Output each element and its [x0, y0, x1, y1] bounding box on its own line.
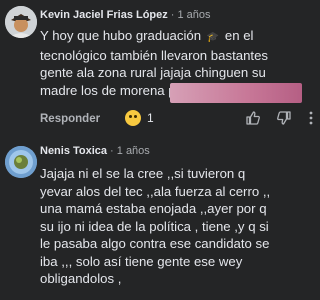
more-options-icon[interactable]: [303, 110, 319, 126]
comment-line: una mamá estaba enojada ,,ayer por q: [40, 201, 267, 216]
comment-author[interactable]: Nenis Toxica · 1 años: [40, 145, 150, 157]
comment-line: le pasaba algo contra ese candidato se: [40, 236, 270, 251]
comment-line: tecnológico también llevaron bastantes: [40, 47, 268, 63]
comment-actions: Responder 1: [40, 110, 313, 130]
comment-time: · 1 años: [110, 145, 150, 157]
author-name[interactable]: Kevin Jaciel Frias López: [40, 9, 168, 21]
comment-text: Y hoy que hubo graduación: [40, 28, 202, 43]
reaction-count: 1: [147, 111, 154, 125]
comment-line: gente ala zona rural jajaja chinguen su: [40, 65, 266, 80]
reply-button[interactable]: Responder: [40, 113, 100, 125]
redaction-block: [170, 83, 302, 103]
reaction-summary[interactable]: 1: [125, 110, 154, 126]
comment-line: obligandolos ,: [40, 271, 122, 286]
comment-line: Jajaja ni el se la cree ,,si tuvieron q: [40, 166, 246, 181]
comment-line: iba ,,, solo así tiene gente ese wey: [40, 253, 243, 269]
avatar[interactable]: [5, 146, 37, 178]
comment-line: yevar alos del tec ,,ala fuerza al cerro…: [40, 183, 271, 199]
comment-author[interactable]: Kevin Jaciel Frias López · 1 años: [40, 9, 211, 21]
comment-time: · 1 años: [170, 9, 211, 21]
comment-line: Y hoy que hubo graduación 🎓 en el: [40, 27, 302, 47]
graduation-cap-icon: 🎓: [206, 32, 220, 43]
laughing-emoji-icon: [125, 110, 141, 126]
comment-line: su ijo ni idea de la política , tiene ,y…: [40, 218, 269, 234]
thumbs-up-icon[interactable]: [245, 110, 261, 126]
thumbs-down-icon[interactable]: [276, 110, 292, 126]
avatar[interactable]: [5, 6, 37, 38]
comment-body: Jajaja ni el se la cree ,,si tuvieron q …: [40, 165, 302, 288]
author-name[interactable]: Nenis Toxica: [40, 145, 107, 157]
comment-text: en el: [224, 28, 254, 43]
